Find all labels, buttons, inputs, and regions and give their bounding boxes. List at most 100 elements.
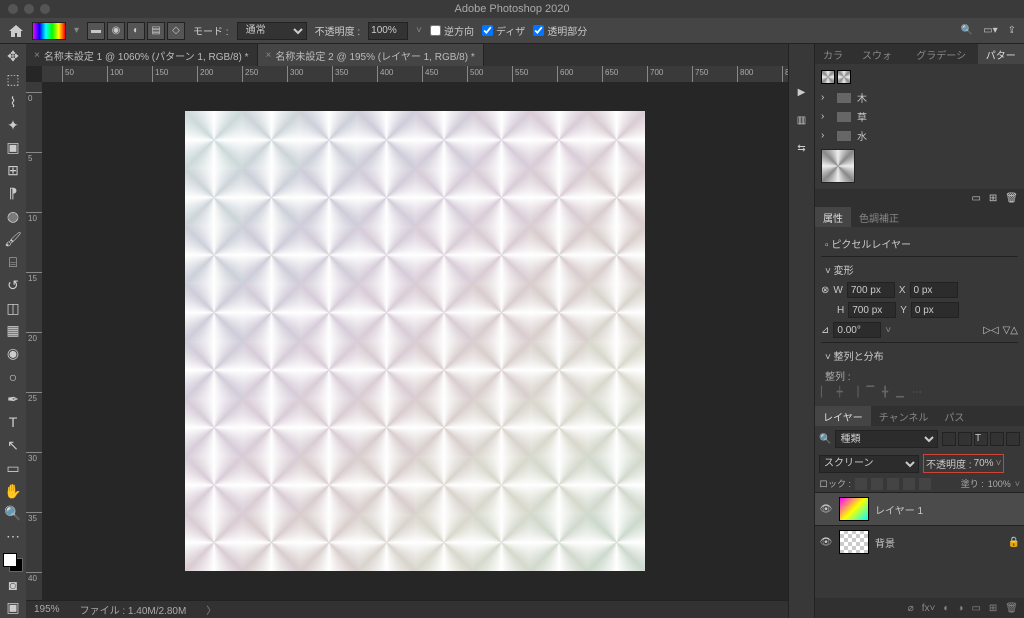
screenmode-tool[interactable]: ▣ [2, 597, 24, 618]
blend-mode-select[interactable]: 通常 [237, 22, 307, 40]
history-brush-tool[interactable]: ↺ [2, 275, 24, 296]
brush-tool[interactable]: 🖌 [2, 229, 24, 250]
home-icon[interactable] [8, 24, 24, 38]
layer-item[interactable]: 👁 背景 🔒 [815, 525, 1024, 558]
filter-pixel-icon[interactable] [942, 432, 956, 446]
mask-icon[interactable]: ◐ [943, 603, 949, 614]
zoom-level[interactable]: 195% [34, 604, 60, 615]
close-icon[interactable]: × [266, 50, 272, 61]
gradient-linear-icon[interactable]: ▬ [87, 22, 105, 40]
blur-tool[interactable]: ◉ [2, 343, 24, 364]
lock-icon[interactable] [919, 478, 931, 490]
play-icon[interactable]: ▶ [793, 84, 811, 100]
crop-tool[interactable]: ▣ [2, 138, 24, 159]
hand-tool[interactable]: ✋ [2, 481, 24, 502]
layer-item[interactable]: 👁 レイヤー 1 [815, 492, 1024, 525]
canvas-area[interactable] [42, 82, 788, 600]
tab-properties[interactable]: 属性 [815, 207, 851, 227]
type-tool[interactable]: T [2, 412, 24, 433]
search-icon[interactable]: 🔍 [961, 25, 973, 36]
minimize-btn[interactable] [24, 4, 34, 14]
edit-toolbar[interactable]: ⋯ [2, 526, 24, 547]
gradient-diamond-icon[interactable]: ◇ [167, 22, 185, 40]
layer-thumb[interactable] [839, 497, 869, 521]
lock-position-icon[interactable] [871, 478, 883, 490]
filter-type-icon[interactable]: T [974, 432, 988, 446]
height-input[interactable] [848, 302, 896, 318]
align-more-icon[interactable]: ⋯ [912, 387, 922, 398]
y-input[interactable] [911, 302, 959, 318]
filter-shape-icon[interactable] [990, 432, 1004, 446]
gradient-preset[interactable] [32, 22, 66, 40]
history-icon[interactable]: ▥ [793, 112, 811, 128]
flip-h-icon[interactable]: ▷◁ [983, 325, 998, 336]
new-icon[interactable]: ⊞ [989, 193, 997, 204]
gradient-reflected-icon[interactable]: ▤ [147, 22, 165, 40]
path-tool[interactable]: ↖ [2, 435, 24, 456]
fx-icon[interactable]: fx˅ [922, 603, 936, 614]
pattern-thumb-small[interactable] [837, 70, 851, 84]
canvas[interactable] [185, 111, 645, 571]
lock-all-icon[interactable] [887, 478, 899, 490]
tab-adjustments[interactable]: 色調補正 [851, 207, 907, 227]
reverse-checkbox[interactable]: 逆方向 [430, 23, 474, 38]
lock-pixels-icon[interactable] [855, 478, 867, 490]
x-input[interactable] [910, 282, 958, 298]
align-hcenter-icon[interactable]: ┿ [837, 387, 843, 398]
tab-paths[interactable]: パス [936, 406, 972, 426]
ruler-vertical[interactable]: 0510152025303540 [26, 82, 42, 600]
visibility-icon[interactable]: 👁 [819, 537, 833, 548]
opacity-input[interactable] [368, 22, 408, 40]
quickmask-tool[interactable]: ◙ [2, 574, 24, 595]
heal-tool[interactable]: ◍ [2, 206, 24, 227]
stamp-tool[interactable]: ⌸ [2, 252, 24, 273]
transparency-checkbox[interactable]: 透明部分 [533, 23, 587, 38]
angle-input[interactable] [833, 322, 881, 338]
tab-patterns[interactable]: パターン [978, 44, 1024, 64]
width-input[interactable] [847, 282, 895, 298]
move-tool[interactable]: ✥ [2, 46, 24, 67]
tab-gradients[interactable]: グラデーション [908, 44, 977, 64]
adjust-icon[interactable]: ⇆ [793, 140, 811, 156]
eraser-tool[interactable]: ◫ [2, 298, 24, 319]
align-bottom-icon[interactable]: ▁ [896, 387, 904, 398]
folder-new-icon[interactable]: ▭ [971, 193, 980, 204]
blend-mode-select[interactable]: スクリーン [819, 455, 919, 473]
link-icon[interactable]: ⊗ [821, 285, 829, 296]
close-btn[interactable] [8, 4, 18, 14]
zoom-btn[interactable] [40, 4, 50, 14]
fill-value[interactable]: 100% [988, 479, 1011, 489]
new-layer-icon[interactable]: ⊞ [989, 603, 997, 614]
pattern-folder[interactable]: ›草 [821, 107, 1018, 126]
marquee-tool[interactable]: ⬚ [2, 69, 24, 90]
zoom-tool[interactable]: 🔍 [2, 504, 24, 525]
ruler-horizontal[interactable]: 5010015020025030035040045050055060065070… [42, 66, 788, 82]
delete-layer-icon[interactable]: 🗑 [1005, 603, 1018, 614]
frame-tool[interactable]: ⊞ [2, 160, 24, 181]
share-icon[interactable]: ⇪ [1008, 25, 1016, 36]
gradient-tool[interactable]: ▦ [2, 321, 24, 342]
gradient-radial-icon[interactable]: ◉ [107, 22, 125, 40]
pen-tool[interactable]: ✒ [2, 389, 24, 410]
align-left-icon[interactable]: ▏ [821, 387, 829, 398]
layer-opacity-value[interactable]: 70% [974, 458, 994, 469]
layer-name[interactable]: 背景 [875, 535, 895, 550]
align-top-icon[interactable]: ▔ [866, 387, 874, 398]
pattern-thumb[interactable] [821, 149, 855, 183]
tab-color[interactable]: カラー [815, 44, 854, 64]
adjustment-icon[interactable]: ◑ [957, 603, 963, 614]
link-layers-icon[interactable]: ⌀ [908, 603, 914, 614]
filter-adjust-icon[interactable] [958, 432, 972, 446]
layer-filter-kind[interactable]: 種類 [835, 430, 938, 448]
tab-swatches[interactable]: スウォッチ [854, 44, 908, 64]
flip-v-icon[interactable]: ▽△ [1003, 325, 1018, 336]
pattern-thumb-small[interactable] [821, 70, 835, 84]
wand-tool[interactable]: ✦ [2, 115, 24, 136]
opacity-highlighted[interactable]: 不透明度 : 70% ˅ [923, 454, 1004, 473]
color-swatches[interactable] [3, 553, 23, 572]
filter-smart-icon[interactable] [1006, 432, 1020, 446]
eyedropper-tool[interactable]: ⁋ [2, 183, 24, 204]
layer-name[interactable]: レイヤー 1 [875, 502, 923, 517]
tab-layers[interactable]: レイヤー [815, 406, 871, 426]
shape-tool[interactable]: ▭ [2, 458, 24, 479]
